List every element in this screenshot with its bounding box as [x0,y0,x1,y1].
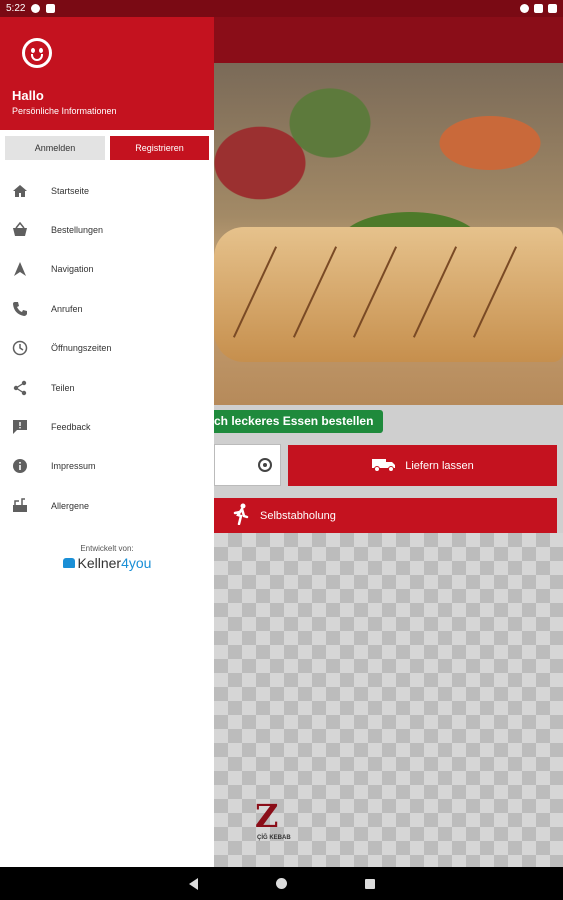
signal-icon [534,4,543,13]
app-notification-icon [31,4,41,13]
locate-icon[interactable] [258,458,272,472]
home-icon [12,183,28,199]
system-nav-bar [0,867,563,900]
wifi-icon [520,4,529,13]
status-bar: 5:22 [0,0,563,17]
pickup-button[interactable]: Selbstabholung [214,498,557,533]
personal-info-link[interactable]: Persönliche Informationen [12,106,117,116]
basket-icon [12,222,28,238]
deliver-button[interactable]: Liefern lassen [288,445,557,486]
menu-item-feedback[interactable]: Feedback [0,407,214,446]
menu-item-bestellungen[interactable]: Bestellungen [0,210,214,249]
battery-icon [548,4,557,13]
deliver-label: Liefern lassen [405,459,474,472]
smiley-avatar-icon [22,38,52,68]
greeting-text: Hallo [12,88,44,103]
menu-item-anrufen[interactable]: Anrufen [0,289,214,328]
home-nav-icon[interactable] [275,878,287,889]
auth-buttons: Anmelden Registrieren [0,130,214,160]
chef-hat-icon [62,557,75,568]
menu-item-startseite[interactable]: Startseite [0,171,214,210]
kellner4you-logo[interactable]: Kellner 4you [0,555,214,571]
sd-card-icon [46,4,56,13]
clock-icon [12,340,28,356]
menu-item-impressum[interactable]: Impressum [0,447,214,486]
menu-item-oeffnungszeiten[interactable]: Öffnungszeiten [0,329,214,368]
address-input[interactable] [214,444,281,486]
status-time: 5:22 [6,3,26,14]
restaurant-logo: Z ÇİĞ KEBAB [255,797,291,841]
phone-icon [12,301,28,317]
menu-item-teilen[interactable]: Teilen [0,368,214,407]
feedback-icon [12,419,28,435]
navigation-drawer: Hallo Persönliche Informationen Anmelden… [0,0,214,867]
navigation-icon [12,261,28,277]
pickup-label: Selbstabholung [260,509,336,522]
menu-item-navigation[interactable]: Navigation [0,250,214,289]
walking-person-icon [232,503,250,528]
recents-icon[interactable] [364,878,375,889]
register-button[interactable]: Registrieren [110,136,209,160]
back-icon[interactable] [188,877,198,890]
login-button[interactable]: Anmelden [5,136,105,160]
tagline-banner: ch leckeres Essen bestellen [214,410,384,433]
share-icon [12,380,28,396]
drawer-header: Hallo Persönliche Informationen [0,0,214,130]
delivery-truck-icon [371,456,397,475]
allergen-icon [12,498,28,514]
drawer-menu: Startseite Bestellungen Navigation Anruf… [0,171,214,526]
menu-item-allergene[interactable]: Allergene [0,486,214,525]
developed-by-text: Entwickelt von: [80,543,134,553]
pide-image [214,227,563,362]
info-icon [12,458,28,474]
